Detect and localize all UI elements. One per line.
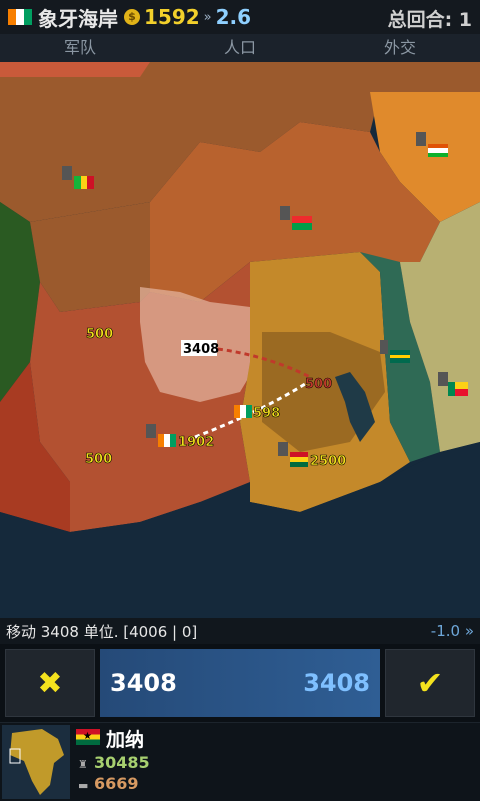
castle-icon [280, 206, 290, 220]
castle-icon [438, 372, 448, 386]
tab-bar: 军队 人口 外交 [0, 34, 480, 63]
amount-value: 3408 [110, 669, 177, 697]
confirm-button[interactable]: ✔ [385, 649, 475, 717]
selected-country-panel: 加纳 ♜ 30485 ▬ 6669 [0, 722, 480, 801]
unit-amount-slider[interactable]: 3408 3408 [100, 649, 380, 717]
troop-label-target: 500 [305, 377, 332, 392]
ivory-coast-flag-icon [158, 434, 164, 447]
tab-population[interactable]: 人口 [160, 34, 320, 62]
move-info-text: 移动 3408 单位. [4006 | 0] [6, 622, 198, 641]
move-info-bar: 移动 3408 单位. [4006 | 0] -1.0 » [0, 618, 480, 644]
soldier-icon: ♜ [78, 758, 88, 771]
troop-label-selected: 3408 [183, 342, 219, 357]
amount-max: 3408 [303, 669, 370, 697]
economy-value: 6669 [94, 774, 139, 793]
africa-silhouette-icon [10, 729, 64, 795]
income-rate: 2.6 [215, 5, 252, 29]
economy-stat: ▬ 6669 [78, 774, 139, 793]
close-icon: ✖ [37, 665, 63, 701]
castle-icon [278, 442, 288, 456]
gold-coin-icon: $ [124, 9, 140, 25]
castle-icon [380, 340, 388, 354]
selected-country-name: 加纳 [106, 729, 145, 751]
castle-icon [416, 132, 426, 146]
troop-label: 500 [85, 452, 112, 467]
money-icon: ▬ [78, 779, 89, 792]
castle-icon [146, 424, 156, 438]
income-arrow-icon: » [203, 9, 212, 25]
tab-army[interactable]: 军队 [0, 34, 160, 62]
burkina-flag-icon [292, 216, 312, 223]
niger-flag-icon [428, 144, 448, 148]
army-value: 30485 [94, 753, 150, 772]
check-icon: ✔ [416, 664, 444, 702]
game-map[interactable]: 500 3408 500 598 1902 500 2500 [0, 62, 480, 618]
cancel-button[interactable]: ✖ [5, 649, 95, 717]
move-info-value: -1.0 » [430, 622, 474, 640]
ghana-flag-icon [76, 729, 100, 745]
turn-counter: 总回合: 1 [387, 9, 472, 31]
country-name: 象牙海岸 [38, 6, 118, 31]
troop-label: 1902 [178, 435, 214, 450]
minimap[interactable] [2, 725, 70, 799]
tab-diplomacy[interactable]: 外交 [320, 34, 480, 62]
ghana-flag-icon [290, 452, 308, 457]
map-canvas[interactable]: 500 3408 500 598 1902 500 2500 [0, 62, 480, 618]
gold-amount: 1592 [144, 5, 200, 29]
unit-flag-598[interactable] [234, 405, 252, 418]
troop-label: 500 [86, 327, 113, 342]
ivory-coast-flag-icon [8, 9, 32, 25]
ivory-coast-flag-icon [234, 405, 240, 418]
army-stat: ♜ 30485 [78, 753, 150, 772]
troop-label: 598 [253, 406, 280, 421]
move-controls: ✖ 3408 3408 ✔ [0, 644, 480, 722]
castle-icon [62, 166, 72, 180]
top-bar: 象牙海岸 $ 1592 » 2.6 总回合: 1 [0, 0, 480, 35]
troop-label: 2500 [310, 454, 346, 469]
region-north-strip[interactable] [0, 62, 150, 77]
